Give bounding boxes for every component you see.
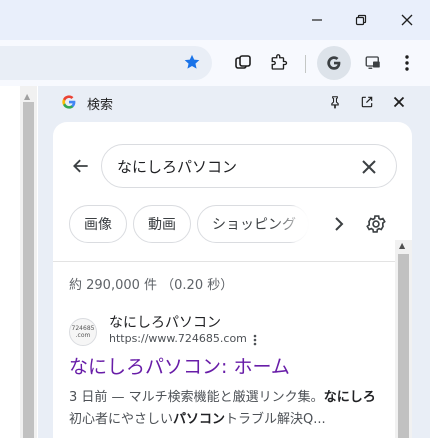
panel-scrollbar[interactable]: ▲	[395, 240, 412, 438]
side-panel-title: 検索	[87, 98, 114, 113]
browser-menu-button[interactable]	[394, 50, 420, 76]
result-menu-button[interactable]	[251, 333, 259, 347]
snippet-text: 初心者にやさしい	[69, 412, 174, 427]
close-window-button[interactable]	[384, 0, 430, 40]
result-title-link[interactable]: なにしろパソコン: ホーム	[69, 352, 290, 379]
chip-label: 画像	[84, 217, 112, 233]
chips-next-button[interactable]	[327, 212, 351, 236]
arrow-back-icon	[73, 159, 88, 173]
pin-icon	[331, 96, 339, 109]
search-input[interactable]: なにしろパソコン	[101, 144, 397, 188]
chip-label: 動画	[148, 217, 176, 233]
scroll-up-arrow-icon[interactable]: ▲	[24, 92, 30, 101]
snippet-date: 3 日前 —	[69, 390, 129, 405]
result-url[interactable]: https://www.724685.com	[109, 332, 247, 345]
tab-search-icon	[235, 55, 251, 69]
chips-fade	[273, 206, 309, 242]
snippet-highlight: パソコン	[173, 412, 226, 427]
browser-toolbar	[0, 40, 430, 86]
more-vert-icon	[253, 334, 257, 346]
snippet-highlight: なにしろ	[323, 390, 376, 405]
chevron-right-icon	[335, 217, 344, 231]
title-bar	[0, 0, 430, 40]
minimize-icon	[312, 19, 322, 21]
pin-button[interactable]	[325, 92, 345, 112]
close-icon	[401, 14, 413, 26]
result-snippet: 3 日前 — マルチ検索機能と厳選リンク集。なにしろ初心者にやさしいパソコントラ…	[69, 387, 379, 431]
restore-icon	[355, 14, 367, 26]
cast-button[interactable]	[360, 50, 386, 76]
favicon-text: 724685 .com	[71, 325, 95, 339]
result-site-name[interactable]: なにしろパソコン	[109, 312, 221, 332]
extensions-button[interactable]	[266, 50, 292, 76]
minimize-button[interactable]	[294, 0, 340, 40]
tab-search-button[interactable]	[230, 50, 256, 76]
open-in-new-tab-icon	[361, 96, 373, 108]
site-favicon: 724685 .com	[69, 318, 97, 346]
snippet-text: マルチ検索機能と厳選リンク集。	[128, 390, 324, 405]
close-icon	[393, 96, 405, 108]
clear-search-button[interactable]	[357, 155, 381, 179]
scrollbar-thumb[interactable]	[398, 254, 409, 438]
star-filled-icon	[184, 54, 200, 69]
search-results-panel: なにしろパソコン 画像 動画 ショッピング 約 290,000 件 （0.20 …	[53, 122, 412, 438]
extensions-puzzle-icon	[271, 54, 288, 70]
chip-videos[interactable]: 動画	[133, 205, 191, 243]
google-lens-icon	[327, 56, 341, 70]
open-in-new-tab-button[interactable]	[357, 92, 377, 112]
more-vert-icon	[405, 55, 409, 71]
browser-content: ▲ 検索 なにしろパソコン 画像 動画 ショッピング 約 290,000 件 （…	[0, 86, 430, 438]
google-g-icon	[62, 95, 76, 109]
restore-button[interactable]	[338, 0, 384, 40]
chip-images[interactable]: 画像	[69, 205, 127, 243]
page-scrollbar[interactable]: ▲	[20, 86, 37, 438]
toolbar-separator	[305, 55, 306, 73]
google-lens-button[interactable]	[317, 46, 351, 80]
settings-button[interactable]	[363, 211, 389, 237]
cast-icon	[365, 56, 380, 69]
back-button[interactable]	[69, 154, 93, 178]
scroll-up-arrow-icon[interactable]: ▲	[399, 241, 405, 250]
divider	[53, 261, 395, 262]
side-panel-header: 検索	[52, 86, 430, 118]
search-query-text: なにしろパソコン	[117, 158, 238, 176]
bookmark-star-button[interactable]	[180, 50, 204, 74]
result-stats: 約 290,000 件 （0.20 秒）	[69, 278, 234, 293]
gear-icon	[366, 215, 386, 233]
scrollbar-thumb[interactable]	[23, 102, 34, 438]
clear-icon	[362, 160, 376, 174]
close-side-panel-button[interactable]	[389, 92, 409, 112]
snippet-text: トラブル解決Q...	[225, 412, 326, 427]
